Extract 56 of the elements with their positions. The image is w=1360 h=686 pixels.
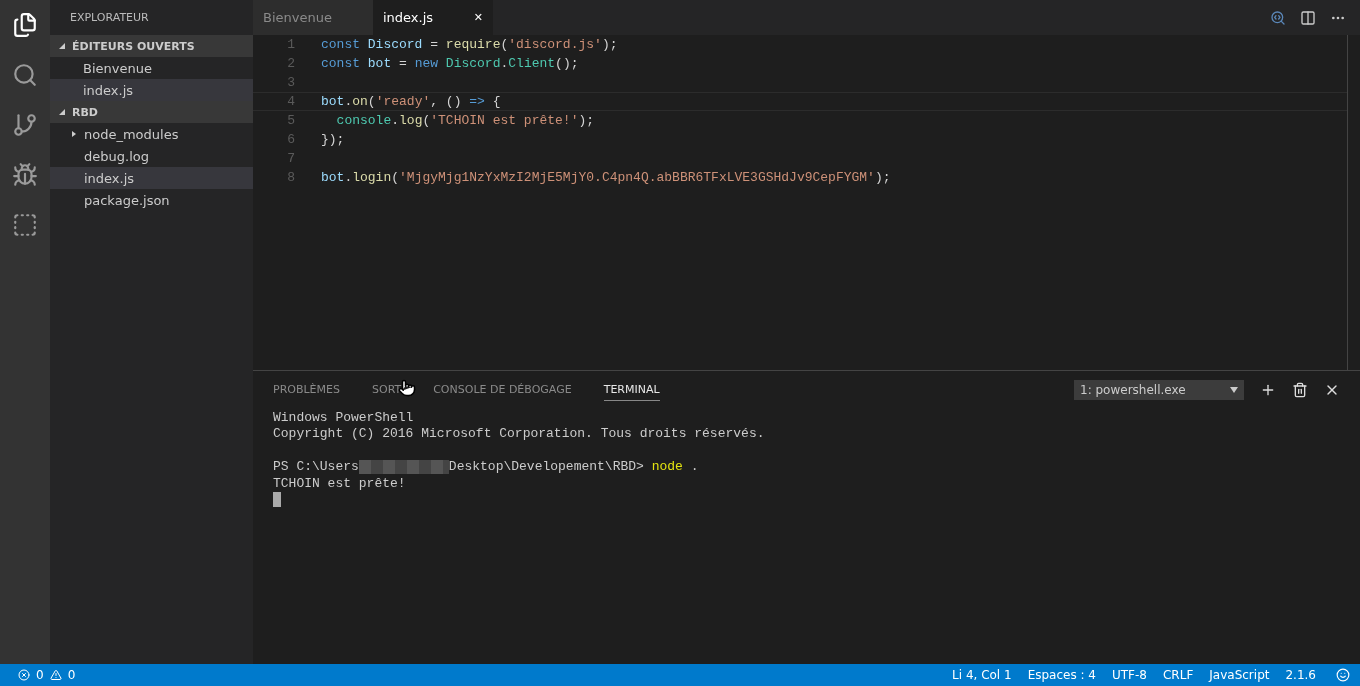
code-line: bot.on('ready', () => {	[321, 94, 501, 109]
code-line: console.log('TCHOIN est prête!');	[335, 113, 595, 128]
file-item[interactable]: index.js	[50, 79, 253, 101]
status-item[interactable]: JavaScript	[1209, 668, 1270, 682]
code-line: const Discord = require('discord.js');	[321, 37, 618, 52]
caret-icon	[58, 108, 66, 116]
editor-tab[interactable]: index.js ✕	[373, 0, 493, 35]
code-line: });	[321, 132, 345, 147]
error-icon[interactable]	[18, 669, 30, 681]
status-item[interactable]: UTF-8	[1112, 668, 1147, 682]
sidebar-title: EXPLORATEUR	[69, 10, 150, 26]
dropdown-arrow-icon	[1230, 387, 1238, 393]
section-header[interactable]: ÉDITEURS OUVERTS	[50, 35, 253, 57]
code-line: const bot = new Discord.Client();	[321, 56, 579, 71]
terminal-text: .	[689, 459, 699, 475]
terminal-text: PS C:\Users	[273, 459, 359, 475]
panel-tab[interactable]: CONSOLE DE DÉBOGAGE	[433, 379, 572, 401]
line-number: 5	[286, 113, 296, 128]
file-item[interactable]: Bienvenue	[50, 57, 253, 79]
status-item[interactable]: Li 4, Col 1	[952, 668, 1012, 682]
terminal-text: TCHOIN est prête!	[273, 475, 406, 491]
trash-icon[interactable]	[1292, 382, 1308, 398]
line-number: 3	[286, 75, 296, 90]
panel-tab[interactable]: SORT	[372, 379, 402, 401]
editor-tab[interactable]: Bienvenue	[253, 0, 373, 35]
terminal-text: Desktop\Developement\RBD>	[448, 459, 645, 475]
file-item[interactable]: debug.log	[50, 145, 253, 167]
warning-count[interactable]: 0	[67, 668, 76, 682]
line-number: 4	[286, 94, 296, 109]
file-item[interactable]: package.json	[50, 189, 253, 211]
terminal-text: Windows PowerShell	[273, 409, 414, 425]
search-files-icon[interactable]	[1270, 9, 1286, 26]
code-line: bot.login('MjgyMjg1NzYxMzI2MjE5MjY0.C4pn4Q.abBBR6TFxLVE3GSHdJv9CepFYGM');	[321, 170, 891, 185]
line-number: 6	[286, 132, 296, 147]
warning-icon[interactable]	[49, 669, 62, 681]
panel-tab[interactable]: TERMINAL	[603, 379, 660, 401]
line-number: 7	[286, 151, 296, 166]
line-number: 2	[286, 56, 296, 71]
split-editor-icon[interactable]	[1300, 9, 1316, 26]
status-item[interactable]: Espaces : 4	[1027, 668, 1096, 682]
file-item[interactable]: index.js	[50, 167, 253, 189]
status-item[interactable]: CRLF	[1163, 668, 1194, 682]
file-item[interactable]: node_modules	[50, 123, 253, 145]
terminal-text: node	[651, 459, 683, 475]
error-count[interactable]: 0	[36, 668, 44, 682]
terminal-select[interactable]: 1: powershell.exe	[1074, 380, 1244, 400]
add-icon[interactable]	[1260, 382, 1276, 398]
terminal-cursor	[273, 492, 281, 508]
status-item[interactable]: 2.1.6	[1285, 668, 1316, 682]
terminal-text: Copyright (C) 2016 Microsoft Corporation. Tous droits réservés.	[273, 426, 765, 442]
panel-tab[interactable]: PROBLÈMES	[273, 379, 340, 401]
smiley-icon[interactable]	[1336, 668, 1350, 682]
section-header[interactable]: RBD	[50, 101, 253, 123]
line-number: 8	[286, 170, 296, 185]
caret-icon	[58, 42, 66, 50]
line-number: 1	[286, 37, 296, 52]
